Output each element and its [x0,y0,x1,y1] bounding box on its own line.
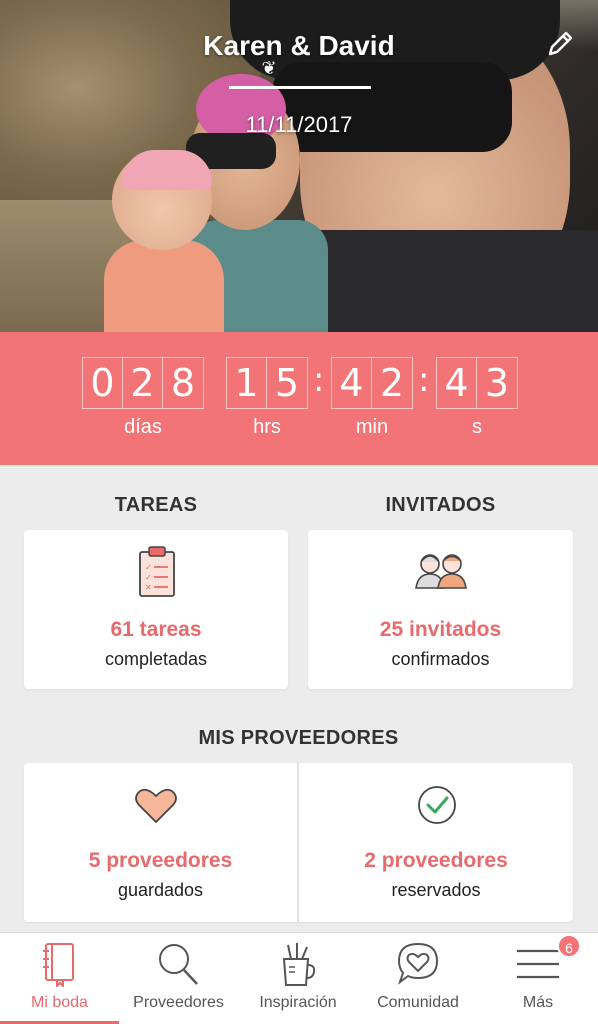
seconds-digits: 4 3 [436,357,518,409]
vendors-title: MIS PROVEEDORES [198,727,399,749]
saved-vendors-status: guardados [117,880,204,900]
time-separator: : [418,360,430,400]
notebook-icon [41,941,77,992]
hero-photo: Karen & David ❦ 11/11/2017 [0,0,598,332]
saved-vendors[interactable]: 5 proveedores guardados [24,763,297,922]
menu-icon [516,947,560,988]
heart-icon [134,787,178,830]
guests-title: INVITADOS [385,494,496,516]
cup-pencil-icon [279,941,317,992]
chat-heart-icon [396,941,440,992]
search-icon [156,941,200,992]
hours-digit: 5 [274,361,300,405]
svg-text:✓: ✓ [145,573,152,582]
nav-label: Más [522,994,554,1011]
edit-pencil-icon[interactable] [544,28,576,60]
svg-text:✓: ✓ [145,563,152,572]
tasks-count: 61 tareas [110,618,202,641]
notification-badge: 6 [557,934,581,958]
check-circle-icon [417,785,457,830]
bottom-navigation: Mi boda Proveedores Inspiración Comunida… [0,932,598,1024]
monogram-icon: ❦ [261,58,277,78]
hours-digit: 1 [227,358,267,408]
days-digit: 8 [170,361,196,405]
saved-vendors-count: 5 proveedores [88,849,233,872]
title-divider [229,86,371,89]
days-digit: 0 [83,358,123,408]
nav-label: Proveedores [133,994,224,1011]
guests-count: 25 invitados [379,618,502,641]
guests-status: confirmados [391,649,490,669]
time-separator: : [313,360,325,400]
minutes-label: min [355,416,389,438]
wedding-date: 11/11/2017 [245,112,353,137]
hours-label: hrs [253,416,281,438]
couple-names: Karen & David [203,30,395,61]
seconds-label: s [472,416,482,438]
vendors-card: 5 proveedores guardados 2 proveedores re… [24,763,573,922]
nav-label: Inspiración [259,994,337,1011]
wedding-countdown: 0 2 8 días 1 5 hrs : 4 2 min : 4 3 s [0,332,598,465]
tasks-status: completadas [104,649,208,669]
clipboard-checklist-icon: ✓ ✓ ✕ [137,544,177,605]
minutes-digit: 2 [379,361,405,405]
days-digit: 2 [123,358,163,408]
tasks-title: TAREAS [114,494,198,516]
guests-card[interactable]: 25 invitados confirmados [308,530,573,689]
days-label: días [124,416,162,438]
nav-label: Mi boda [31,994,88,1011]
seconds-digit: 3 [484,361,510,405]
nav-proveedores[interactable]: Proveedores [119,933,238,1024]
booked-vendors[interactable]: 2 proveedores reservados [299,763,573,922]
tasks-card[interactable]: ✓ ✓ ✕ 61 tareas completadas [24,530,288,689]
minutes-digit: 4 [332,358,372,408]
booked-vendors-status: reservados [391,880,481,900]
hours-digits: 1 5 [226,357,308,409]
guests-couple-icon [414,550,468,595]
nav-inspiracion[interactable]: Inspiración [238,933,358,1024]
days-digits: 0 2 8 [82,357,204,409]
booked-vendors-count: 2 proveedores [364,849,508,872]
nav-comunidad[interactable]: Comunidad [358,933,478,1024]
nav-label: Comunidad [377,994,459,1011]
seconds-digit: 4 [437,358,477,408]
nav-mi-boda[interactable]: Mi boda [0,933,119,1024]
svg-text:✕: ✕ [145,583,152,592]
minutes-digits: 4 2 [331,357,413,409]
